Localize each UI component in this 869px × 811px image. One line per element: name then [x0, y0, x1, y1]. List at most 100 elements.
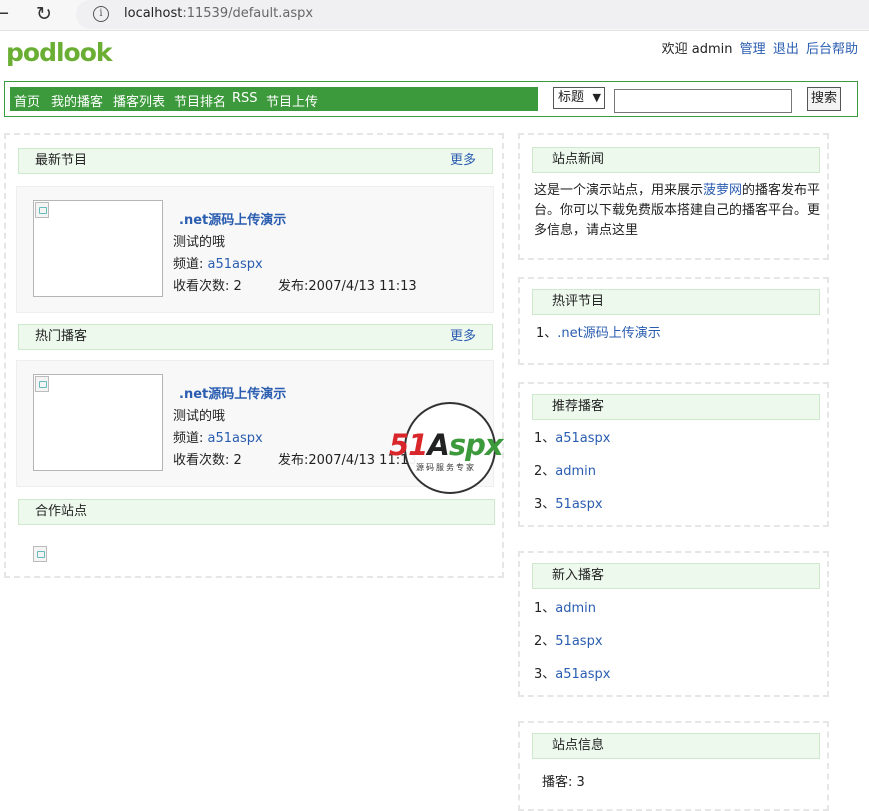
hot-comment-title: 热评节目 — [552, 294, 605, 309]
partners-title: 合作站点 — [35, 504, 88, 519]
item-number: 1、 — [534, 431, 556, 446]
search-button[interactable]: 搜索 — [807, 87, 841, 111]
hot-more-link[interactable]: 更多 — [450, 325, 476, 349]
welcome-text: 欢迎 admin — [661, 42, 733, 57]
news-text-part1: 这是一个演示站点，用来展示 — [534, 183, 704, 198]
left-column: 最新节目 更多 .net源码上传演示 测试的哦 频道: a51aspx 收看次数… — [4, 133, 504, 578]
new-podcaster-title: 新入播客 — [552, 568, 605, 583]
search-input[interactable] — [614, 89, 792, 113]
channel-link[interactable]: a51aspx — [208, 257, 263, 272]
reload-icon[interactable]: ↻ — [36, 3, 52, 25]
news-panel: 站点新闻 这是一个演示站点，用来展示菠萝网的播客发布平台。你可以下载免费版本搭建… — [518, 133, 829, 260]
manage-link[interactable]: 管理 — [740, 42, 766, 57]
podcasts-count: 3 — [576, 775, 585, 790]
program-desc: 测试的哦 — [173, 409, 226, 424]
hot-title: 热门播客 — [35, 329, 88, 344]
browser-toolbar: ← ↻ i localhost:11539/default.aspx — [0, 0, 869, 31]
hot-comment-panel: 热评节目 1、.net源码上传演示 — [518, 277, 829, 365]
broken-image-icon — [35, 202, 49, 218]
new-podcaster-item: 2、51aspx — [534, 632, 603, 652]
nav-my-podcast[interactable]: 我的播客 — [51, 91, 103, 110]
hot-comment-link[interactable]: .net源码上传演示 — [557, 326, 660, 341]
site-info-header: 站点信息 — [532, 733, 820, 759]
nav-container: 首页 我的播客 播客列表 节目排名 RSS 节目上传 标题 ▼ 搜索 — [4, 81, 858, 117]
channel-label: 频道: — [173, 257, 204, 272]
latest-title: 最新节目 — [35, 153, 88, 168]
help-link[interactable]: 后台帮助 — [806, 42, 858, 57]
user-links: 欢迎 admin 管理 退出 后台帮助 — [659, 38, 858, 57]
item-number: 1、 — [534, 601, 556, 616]
info-icon[interactable]: i — [93, 6, 109, 22]
item-number: 3、 — [534, 667, 556, 682]
recommend-link[interactable]: 51aspx — [555, 497, 602, 512]
program-published: 发布:2007/4/13 11:13 — [278, 279, 417, 294]
program-thumbnail[interactable] — [33, 374, 163, 471]
nav-home[interactable]: 首页 — [14, 91, 40, 110]
watermark-brand: 51Aspx — [389, 428, 504, 462]
latest-header: 最新节目 更多 — [18, 148, 493, 174]
item-number: 2、 — [534, 634, 556, 649]
nav-rss[interactable]: RSS — [232, 91, 258, 106]
url-host: localhost — [124, 6, 183, 21]
partner-logo-broken-image-icon[interactable] — [33, 546, 47, 562]
site-info-podcasts: 播客: 3 — [542, 773, 585, 793]
site-logo[interactable]: podlook — [6, 38, 113, 67]
select-value: 标题 — [558, 90, 585, 105]
new-podcaster-item: 1、admin — [534, 599, 596, 619]
item-number: 2、 — [534, 464, 556, 479]
news-title: 站点新闻 — [552, 152, 605, 167]
recommend-header: 推荐播客 — [532, 394, 820, 420]
item-number: 3、 — [534, 497, 556, 512]
search-field-select[interactable]: 标题 ▼ — [553, 87, 605, 109]
url-path: :11539/default.aspx — [182, 6, 314, 21]
chevron-down-icon: ▼ — [592, 91, 601, 104]
recommend-item: 3、51aspx — [534, 495, 603, 515]
program-thumbnail[interactable] — [33, 200, 163, 297]
recommend-item: 2、admin — [534, 462, 596, 482]
site-info-title: 站点信息 — [552, 738, 605, 753]
latest-more-link[interactable]: 更多 — [450, 149, 476, 173]
hot-comment-header: 热评节目 — [532, 289, 820, 315]
news-header: 站点新闻 — [532, 147, 820, 173]
hot-header: 热门播客 更多 — [18, 324, 493, 350]
nav-ranking[interactable]: 节目排名 — [174, 91, 226, 110]
url-text[interactable]: localhost:11539/default.aspx — [124, 6, 313, 21]
watermark-logo: 51Aspx 源码服务专家 — [389, 402, 504, 494]
channel-label: 频道: — [173, 431, 204, 446]
new-podcaster-item: 3、a51aspx — [534, 665, 610, 685]
channel-link[interactable]: a51aspx — [208, 431, 263, 446]
new-podcaster-link[interactable]: admin — [555, 601, 596, 616]
recommend-link[interactable]: admin — [555, 464, 596, 479]
watermark-51: 51 — [389, 428, 428, 462]
nav-upload[interactable]: 节目上传 — [266, 91, 318, 110]
news-link[interactable]: 菠萝网 — [703, 183, 742, 198]
recommend-title: 推荐播客 — [552, 399, 605, 414]
program-desc: 测试的哦 — [173, 235, 226, 250]
partners-header: 合作站点 — [18, 499, 495, 525]
recommend-item: 1、a51aspx — [534, 429, 610, 449]
program-channel: 频道: a51aspx — [173, 427, 263, 446]
recommend-panel: 推荐播客 1、a51aspx 2、admin 3、51aspx — [518, 382, 829, 527]
site-info-panel: 站点信息 播客: 3 — [518, 721, 829, 811]
watermark-subtitle: 源码服务专家 — [416, 463, 476, 472]
watermark-a: A — [427, 428, 449, 462]
logout-link[interactable]: 退出 — [773, 42, 799, 57]
program-title-link[interactable]: .net源码上传演示 — [179, 383, 286, 402]
new-podcaster-header: 新入播客 — [532, 563, 820, 589]
program-views: 收看次数: 2 — [173, 453, 242, 468]
new-podcaster-panel: 新入播客 1、admin 2、51aspx 3、a51aspx — [518, 551, 829, 697]
program-views: 收看次数: 2 — [173, 279, 242, 294]
new-podcaster-link[interactable]: 51aspx — [555, 634, 602, 649]
program-channel: 频道: a51aspx — [173, 253, 263, 272]
recommend-link[interactable]: a51aspx — [555, 431, 610, 446]
latest-program-card: .net源码上传演示 测试的哦 频道: a51aspx 收看次数: 2 发布:2… — [16, 186, 494, 313]
main-nav: 首页 我的播客 播客列表 节目排名 RSS 节目上传 — [10, 87, 538, 111]
podcasts-label: 播客: — [542, 775, 573, 790]
watermark-spx: spx — [448, 428, 504, 462]
nav-podcast-list[interactable]: 播客列表 — [113, 91, 165, 110]
back-arrow-icon[interactable]: ← — [0, 3, 9, 24]
broken-image-icon — [35, 376, 49, 392]
news-text: 这是一个演示站点，用来展示菠萝网的播客发布平台。你可以下载免费版本搭建自己的播客… — [534, 181, 824, 241]
program-title-link[interactable]: .net源码上传演示 — [179, 209, 286, 228]
new-podcaster-link[interactable]: a51aspx — [555, 667, 610, 682]
